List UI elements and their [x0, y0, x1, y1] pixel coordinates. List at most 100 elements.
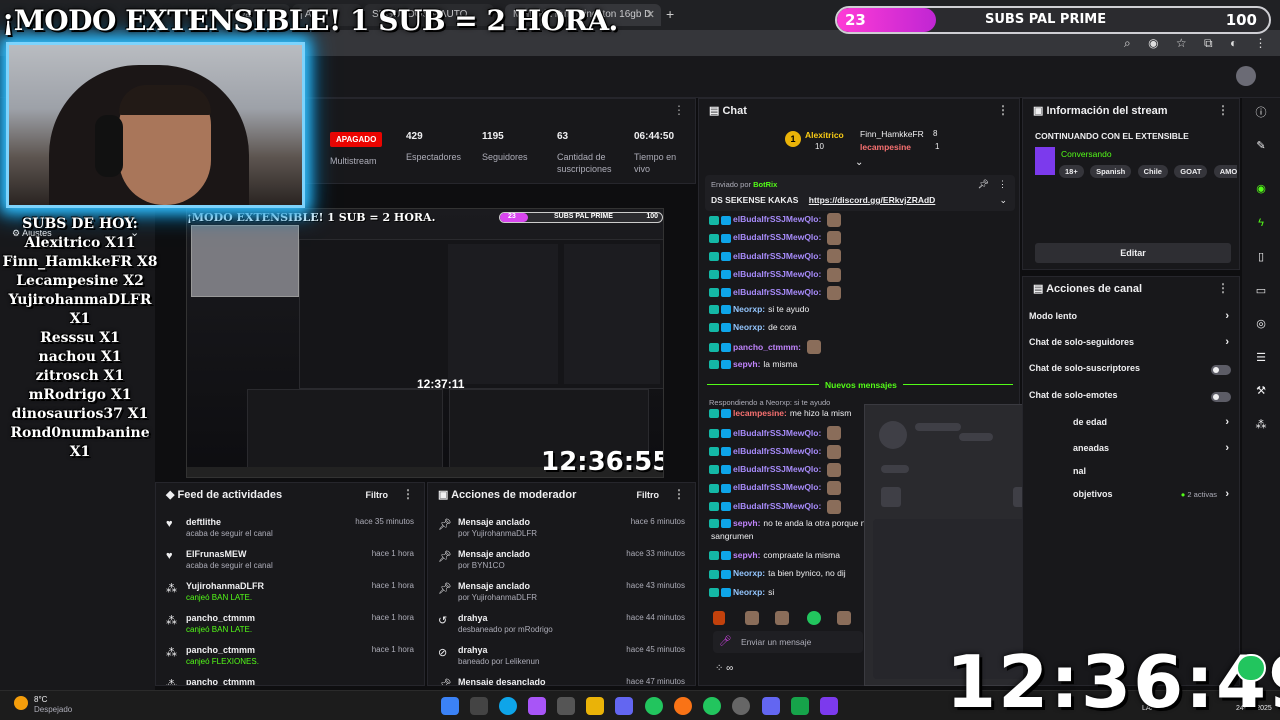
- chat-username[interactable]: lecampesine:: [733, 408, 787, 418]
- chat-menu-icon[interactable]: ⋮: [997, 103, 1009, 117]
- followers-only-item[interactable]: Chat de solo-seguidores ›: [1023, 331, 1239, 357]
- document-icon[interactable]: ▯: [1252, 248, 1270, 266]
- chat-message[interactable]: elBudaIfrSSJMewQlo:: [709, 267, 1011, 282]
- pencil-icon[interactable]: ✎: [1252, 137, 1270, 155]
- chat-username[interactable]: Neorxp:: [733, 304, 765, 314]
- app-icon[interactable]: [528, 697, 546, 715]
- wrench-icon[interactable]: ⚒: [1252, 382, 1270, 400]
- feed-row[interactable]: ⁂ pancho_ctmmm: [156, 673, 424, 685]
- close-tab-icon[interactable]: ✕: [646, 8, 655, 21]
- chat-username[interactable]: sepvh:: [733, 518, 760, 528]
- mod-row[interactable]: 📌︎ Mensaje anclado por YujirohanmaDLFR h…: [428, 577, 695, 609]
- pin-icon[interactable]: 📌︎: [978, 179, 989, 190]
- profile-icon[interactable]: ◐: [1230, 36, 1237, 50]
- chat-username[interactable]: Neorxp:: [733, 322, 765, 332]
- expand-gifters-icon[interactable]: ⌄: [855, 157, 863, 168]
- chat-username[interactable]: elBudaIfrSSJMewQlo:: [733, 464, 821, 474]
- pinned-message[interactable]: Enviado por BotRix DS SEKENSE KAKAS http…: [705, 175, 1015, 211]
- stream-category[interactable]: Conversando: [1061, 149, 1112, 159]
- pinned-menu-icon[interactable]: ⋮: [998, 179, 1007, 190]
- stats-menu-icon[interactable]: ⋮: [673, 103, 685, 117]
- share-icon[interactable]: ⁂: [1252, 416, 1270, 434]
- chat-message[interactable]: elBudaIfrSSJMewQlo:: [709, 285, 1011, 300]
- info-icon[interactable]: ⓘ: [1252, 104, 1270, 122]
- mod-menu-icon[interactable]: ⋮: [673, 487, 685, 501]
- camera-icon[interactable]: ◉: [1252, 180, 1270, 198]
- menu-icon[interactable]: ⋮: [1255, 36, 1267, 50]
- pinned-link[interactable]: https://discord.gg/ERkvjZRAdD: [809, 195, 936, 205]
- windows-start-icon[interactable]: [441, 697, 459, 715]
- zoom-icon[interactable]: ⌕: [1124, 36, 1131, 50]
- app-icon[interactable]: [557, 697, 575, 715]
- emote-icon[interactable]: [837, 611, 851, 625]
- chat-message[interactable]: Neorxp: de cora: [709, 322, 1011, 333]
- mod-row[interactable]: ⊘ drahya baneado por Lelikenun hace 45 m…: [428, 641, 695, 673]
- stream-info-menu-icon[interactable]: ⋮: [1217, 103, 1229, 117]
- chat-bubble-icon[interactable]: ▭: [1252, 282, 1270, 300]
- edge-icon[interactable]: [499, 697, 517, 715]
- mod-row[interactable]: 📌︎ Mensaje desanclado hace 47 minutos: [428, 673, 695, 685]
- weather-icon[interactable]: [14, 696, 28, 710]
- emote-icon[interactable]: [745, 611, 759, 625]
- app-icon[interactable]: [732, 697, 750, 715]
- chat-username[interactable]: sepvh:: [733, 550, 760, 560]
- chat-username[interactable]: elBudaIfrSSJMewQlo:: [733, 446, 821, 456]
- lightning-icon[interactable]: ϟ: [1252, 214, 1270, 232]
- chat-message[interactable]: Neorxp: si te ayudo: [709, 304, 1011, 315]
- feed-row[interactable]: ♥ ElFrunasMEW acaba de seguir el canal h…: [156, 545, 424, 577]
- folder-icon[interactable]: [586, 697, 604, 715]
- chat-username[interactable]: elBudaIfrSSJMewQlo:: [733, 428, 821, 438]
- stream-tag[interactable]: Spanish: [1090, 165, 1132, 178]
- chrome-icon[interactable]: [674, 697, 692, 715]
- chat-message[interactable]: sepvh: la misma: [709, 359, 1011, 369]
- mod-row[interactable]: 📌︎ Mensaje anclado por BYN1CO hace 33 mi…: [428, 545, 695, 577]
- search-icon[interactable]: [470, 697, 488, 715]
- stream-tag[interactable]: 18+: [1059, 165, 1084, 178]
- new-tab-button[interactable]: +: [666, 6, 674, 22]
- chat-username[interactable]: pancho_ctmmm:: [733, 342, 801, 352]
- whatsapp-icon[interactable]: [703, 697, 721, 715]
- chat-message[interactable]: elBudaIfrSSJMewQlo:: [709, 231, 1011, 246]
- broadcast-icon[interactable]: ◎: [1252, 315, 1270, 333]
- spotify-icon[interactable]: [645, 697, 663, 715]
- slow-mode-item[interactable]: Modo lento ›: [1023, 305, 1239, 331]
- star-icon[interactable]: ☆: [1176, 36, 1187, 50]
- chat-message[interactable]: elBudaIfrSSJMewQlo:: [709, 213, 1011, 227]
- chat-settings-icon[interactable]: ⁘ ∞: [715, 663, 733, 674]
- chat-message[interactable]: elBudaIfrSSJMewQlo:: [709, 249, 1011, 264]
- chat-username[interactable]: elBudaIfrSSJMewQlo:: [733, 482, 821, 492]
- stream-tag[interactable]: GOAT: [1174, 165, 1208, 178]
- emote-icon[interactable]: [775, 611, 789, 625]
- chat-username[interactable]: elBudaIfrSSJMewQlo:: [733, 214, 821, 224]
- chat-username[interactable]: sepvh:: [733, 359, 760, 369]
- app-icon[interactable]: [615, 697, 633, 715]
- chat-username[interactable]: elBudaIfrSSJMewQlo:: [733, 501, 821, 511]
- user-avatar[interactable]: [1236, 66, 1256, 86]
- chat-username[interactable]: elBudaIfrSSJMewQlo:: [733, 251, 821, 261]
- chat-username[interactable]: elBudaIfrSSJMewQlo:: [733, 232, 821, 242]
- stream-tag[interactable]: AMOUNG: [1213, 165, 1237, 178]
- microphone-icon[interactable]: 🎤︎: [719, 636, 732, 647]
- chat-message[interactable]: pancho_ctmmm:: [709, 340, 1011, 355]
- eye-icon[interactable]: ◉: [1148, 36, 1158, 50]
- app-icon[interactable]: [820, 697, 838, 715]
- emotes-only-toggle[interactable]: [1211, 392, 1231, 402]
- chat-username[interactable]: Neorxp:: [733, 568, 765, 578]
- feed-row[interactable]: ⁂ YujirohanmaDLFR canjeó BAN LATE. hace …: [156, 577, 424, 609]
- chat-username[interactable]: elBudaIfrSSJMewQlo:: [733, 287, 821, 297]
- feed-row[interactable]: ♥ deftlithe acaba de seguir el canal hac…: [156, 513, 424, 545]
- activity-filter-button[interactable]: Filtro: [366, 490, 389, 500]
- subscribers-only-item[interactable]: Chat de solo-suscriptores: [1023, 357, 1239, 383]
- channel-actions-menu-icon[interactable]: ⋮: [1217, 281, 1229, 295]
- chevron-down-icon[interactable]: ⌄: [999, 195, 1007, 206]
- subscribers-only-toggle[interactable]: [1211, 365, 1231, 375]
- emote-icon[interactable]: [807, 611, 821, 625]
- mod-filter-button[interactable]: Filtro: [637, 490, 660, 500]
- mod-row[interactable]: ↺ drahya desbaneado por mRodrigo hace 44…: [428, 609, 695, 641]
- emote-icon[interactable]: [713, 611, 725, 625]
- goals-item[interactable]: objetivos ● 2 activas ›: [1023, 483, 1239, 509]
- chat-username[interactable]: elBudaIfrSSJMewQlo:: [733, 269, 821, 279]
- age-restriction-item[interactable]: de edad ›: [1023, 411, 1239, 437]
- chat-input[interactable]: 🎤︎ Enviar un mensaje: [713, 631, 863, 653]
- stream-tag[interactable]: Chile: [1137, 165, 1168, 178]
